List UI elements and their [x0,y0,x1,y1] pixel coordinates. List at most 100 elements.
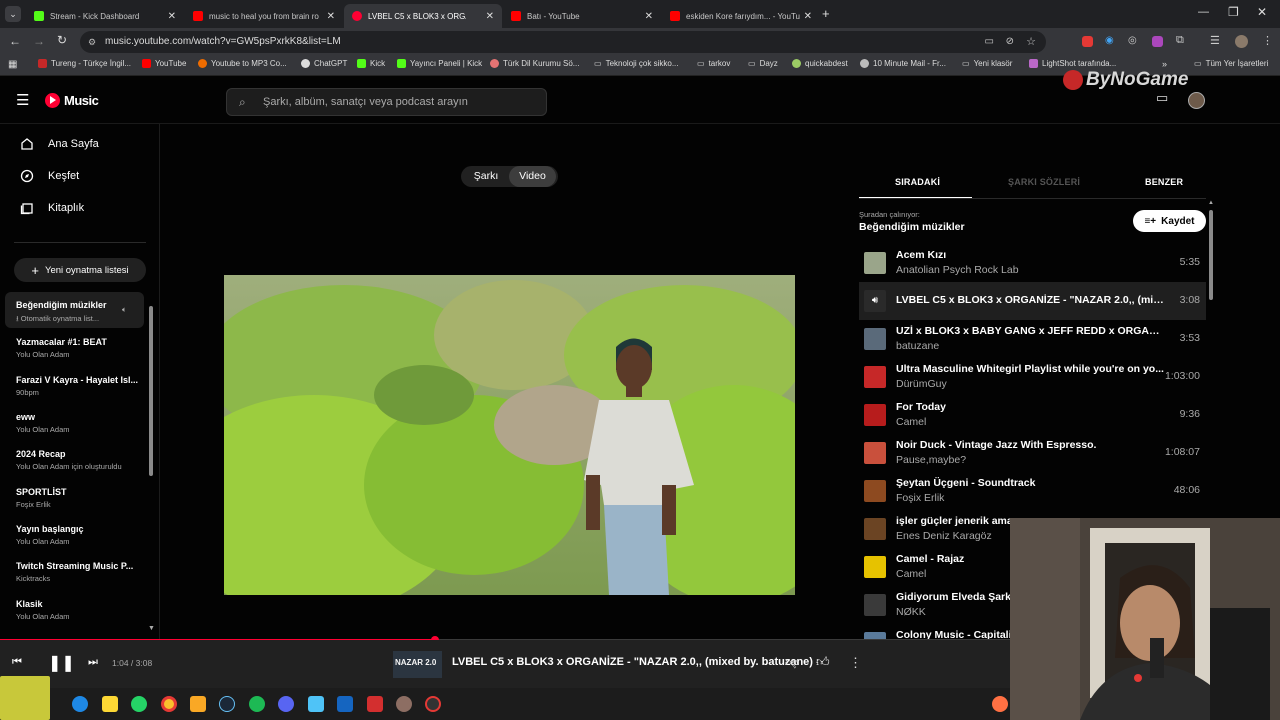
browser-tab-active[interactable]: LVBEL C5 x BLOK3 x ORGAN ✕ [344,4,502,28]
new-playlist-button[interactable]: + Yeni oynatma listesi [14,258,146,282]
playlist-item[interactable]: Twitch Streaming Music P... Kicktracks [16,561,144,583]
dislike-icon[interactable]: 👎︎ [785,654,798,670]
hamburger-menu-icon[interactable]: ☰ [16,91,29,109]
tray-app-icon[interactable] [992,696,1008,712]
playlist-item[interactable]: eww Yolu Olan Adam [16,412,144,434]
acrobat-icon[interactable] [367,696,383,712]
video-player[interactable] [224,275,795,595]
maximize-button[interactable]: ❐ [1228,5,1239,19]
queue-item[interactable]: For Today Camel 9:36 [859,396,1206,434]
like-icon[interactable]: 👍︎ [816,654,830,670]
extension-icon[interactable] [1152,36,1163,47]
forward-icon[interactable]: → [33,34,45,48]
file-explorer-icon[interactable] [190,696,206,712]
tab-lyrics[interactable]: ŞARKI SÖZLERİ [1008,177,1080,187]
app-icon[interactable] [337,696,353,712]
playlist-item[interactable]: SPORTLİST Foşix Erlik [16,487,144,509]
site-info-icon[interactable]: ⚙ [88,31,96,53]
extension-icon[interactable]: ◉ [1105,35,1114,46]
sidebar-item-library[interactable]: Kitaplık [20,201,84,215]
playlist-item[interactable]: Yazmacalar #1: BEAT Yolu Olan Adam [16,337,144,359]
bookmark-item[interactable]: quickabdest [792,59,848,68]
next-icon[interactable]: ⏭︎ [88,656,98,669]
reload-icon[interactable]: ↻ [57,33,67,47]
extensions-puzzle-icon[interactable]: ⧉ [1176,34,1184,47]
hide-icon[interactable]: ⊘ [1006,31,1014,53]
url-field[interactable]: ⚙ music.youtube.com/watch?v=GW5psPxrkK8&… [80,31,1046,53]
playlist-item[interactable]: Beğendiğim müzikler ⭳ Otomatik oynatma l… [16,300,144,326]
menu-kebab-icon[interactable]: ⋮ [1262,34,1273,47]
bookmark-item[interactable]: Yayıncı Paneli | Kick [397,59,482,68]
chrome-icon[interactable] [161,696,177,712]
discord-icon[interactable] [278,696,294,712]
cast-tab-icon[interactable]: ▭ [985,31,994,53]
all-bookmarks-folder[interactable]: ▭ Tüm Yer İşaretleri [1194,59,1268,68]
bookmark-star-icon[interactable]: ☆ [1026,31,1036,53]
save-button[interactable]: ≡+ Kaydet [1133,210,1206,232]
bookmark-item[interactable]: YouTube [142,59,186,68]
whatsapp-icon[interactable] [131,696,147,712]
scroll-down-icon[interactable]: ▼ [148,625,155,632]
window-close-button[interactable]: ✕ [1257,5,1267,19]
account-avatar[interactable] [1188,92,1205,109]
app-icon[interactable] [308,696,324,712]
back-icon[interactable]: ← [9,34,21,48]
extension-icon[interactable] [1082,36,1093,47]
sidebar-item-explore[interactable]: Keşfet [20,169,79,183]
edge-icon[interactable] [72,696,88,712]
bookmark-item[interactable]: Tureng - Türkçe İngil... [38,59,131,68]
bookmark-item[interactable]: Youtube to MP3 Co... [198,59,287,68]
playlist-item[interactable]: 2024 Recap Yolu Olan Adam için oluşturul… [16,449,144,471]
sidebar-item-home[interactable]: Ana Sayfa [20,137,99,151]
cast-icon[interactable]: ▭ [1156,90,1168,106]
bookmark-item[interactable]: Türk Dil Kurumu Sö... [490,59,579,68]
bookmark-folder[interactable]: ▭ Dayz [748,59,778,68]
close-icon[interactable]: ✕ [645,11,653,22]
browser-tab[interactable]: music to heal you from brain ro ✕ [185,4,343,28]
extension-icon[interactable]: ◎ [1128,35,1137,46]
tab-related[interactable]: BENZER [1145,177,1183,187]
pause-button[interactable]: ❚❚ [48,653,75,673]
profile-avatar[interactable] [1235,35,1248,48]
toggle-song[interactable]: Şarkı [463,166,509,187]
queue-item-now-playing[interactable]: 🔊︎ LVBEL C5 x BLOK3 x ORGANİZE - "NAZAR 2… [859,282,1206,320]
minimize-button[interactable]: — [1198,6,1209,18]
queue-item[interactable]: UZİ x BLOK3 x BABY GANG x JEFF REDD x OR… [859,320,1206,358]
more-options-icon[interactable]: ⋮ [849,655,862,671]
app-icon[interactable] [396,696,412,712]
bookmark-item[interactable]: 10 Minute Mail - Fr... [860,59,946,68]
playlist-item[interactable]: Farazi V Kayra - Hayalet Isl... 90bpm [16,375,144,397]
widget-thumbnail[interactable] [0,676,50,720]
tab-search-button[interactable]: ⌄ [5,6,21,22]
bookmark-item[interactable]: Kick [357,59,385,68]
bookmark-folder[interactable]: ▭ Yeni klasör [962,59,1012,68]
close-icon[interactable]: ✕ [486,11,494,22]
playlist-item[interactable]: Klasik Yolu Olan Adam [16,599,144,621]
app-icon[interactable] [425,696,441,712]
previous-icon[interactable]: ⏮︎ [12,656,22,669]
bookmark-item[interactable]: LightShot tarafında... [1029,59,1116,68]
apps-grid-icon[interactable]: ▦ [8,59,17,70]
playlist-item[interactable]: Yayın başlangıç Yolu Olan Adam [16,524,144,546]
browser-tab[interactable]: eskiden Kore farıydım... - YouTu ✕ [662,4,820,28]
queue-item[interactable]: Noir Duck - Vintage Jazz With Espresso. P… [859,434,1206,472]
queue-scrollbar[interactable] [1209,210,1213,300]
sticky-notes-icon[interactable] [102,696,118,712]
new-tab-button[interactable]: + [822,6,830,21]
bookmark-folder[interactable]: ▭ tarkov [697,59,730,68]
bookmark-folder[interactable]: ▭ Teknoloji çok sikko... [594,59,678,68]
queue-item[interactable]: Ultra Masculine Whitegirl Playlist while… [859,358,1206,396]
ytmusic-logo[interactable]: Music [45,93,99,108]
reading-list-icon[interactable]: ☰ [1210,34,1220,47]
bookmark-item[interactable]: ChatGPT [301,59,347,68]
browser-tab[interactable]: Batı - YouTube ✕ [503,4,661,28]
toggle-video[interactable]: Video [509,166,556,187]
close-icon[interactable]: ✕ [327,11,335,22]
tab-up-next[interactable]: SIRADAKİ [895,177,940,187]
scroll-up-icon[interactable]: ▲ [1208,200,1214,206]
browser-tab[interactable]: Stream - Kick Dashboard ✕ [26,4,184,28]
queue-item[interactable]: Şeytan Üçgeni - Soundtrack Foşix Erlik 48:… [859,472,1206,510]
close-icon[interactable]: ✕ [804,11,812,22]
sidebar-scrollbar[interactable] [149,306,153,476]
steam-icon[interactable] [219,696,235,712]
